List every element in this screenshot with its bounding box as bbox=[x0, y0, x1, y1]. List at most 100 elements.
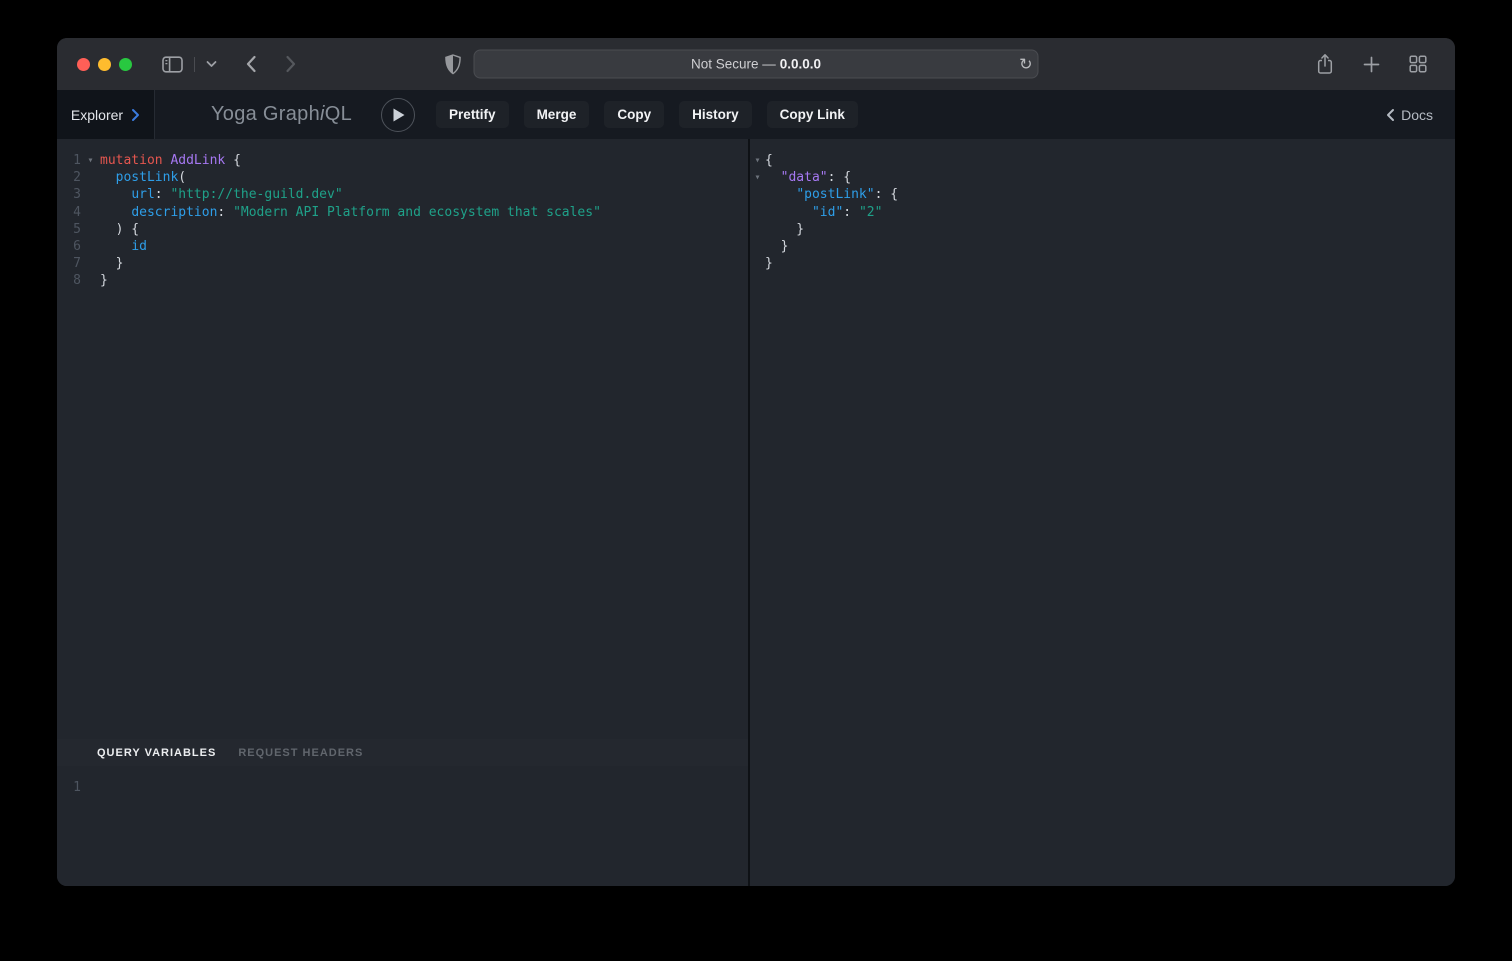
app-title: Yoga GraphiQL bbox=[211, 103, 352, 126]
sidebar-icon bbox=[162, 56, 183, 73]
share-icon bbox=[1316, 53, 1334, 75]
tab-request-headers[interactable]: REQUEST HEADERS bbox=[238, 747, 363, 759]
code-text: "data": { bbox=[765, 169, 851, 186]
code-text: ) { bbox=[100, 221, 139, 238]
url-security-text: Not Secure — bbox=[691, 57, 776, 72]
fold-gutter bbox=[750, 255, 765, 272]
fold-gutter bbox=[81, 204, 100, 221]
titlebar-right-controls bbox=[1312, 49, 1435, 79]
fold-gutter bbox=[81, 169, 100, 186]
line-number: 3 bbox=[57, 186, 81, 203]
shield-icon bbox=[445, 54, 462, 75]
explorer-label: Explorer bbox=[71, 107, 123, 123]
code-text: "id": "2" bbox=[765, 204, 882, 221]
main-content: 1▾mutation AddLink {2 postLink(3 url: "h… bbox=[57, 139, 1455, 886]
line-number: 7 bbox=[57, 255, 81, 272]
code-line[interactable]: 8} bbox=[57, 272, 748, 289]
code-line: "postLink": { bbox=[750, 186, 1455, 203]
fold-gutter bbox=[81, 255, 100, 272]
code-text: description: "Modern API Platform and ec… bbox=[100, 204, 601, 221]
share-button[interactable] bbox=[1312, 49, 1338, 79]
chevron-right-icon bbox=[131, 108, 140, 122]
code-text: "postLink": { bbox=[765, 186, 898, 203]
code-line: } bbox=[750, 255, 1455, 272]
copy-button[interactable]: Copy bbox=[604, 101, 664, 128]
close-button[interactable] bbox=[77, 58, 90, 71]
execute-query-button[interactable] bbox=[381, 98, 415, 132]
code-line: ▾ "data": { bbox=[750, 169, 1455, 186]
code-line[interactable]: 6 id bbox=[57, 238, 748, 255]
line-number: 2 bbox=[57, 169, 81, 186]
code-text: } bbox=[100, 272, 108, 289]
code-line[interactable]: 1▾mutation AddLink { bbox=[57, 152, 748, 169]
grid-icon bbox=[1409, 55, 1427, 73]
tab-overview-button[interactable] bbox=[1405, 51, 1431, 77]
code-text: { bbox=[765, 152, 773, 169]
divider bbox=[194, 57, 195, 72]
copy-link-button[interactable]: Copy Link bbox=[767, 101, 858, 128]
code-text: url: "http://the-guild.dev" bbox=[100, 186, 343, 203]
fold-gutter bbox=[81, 221, 100, 238]
code-text: } bbox=[100, 255, 123, 272]
code-line[interactable]: 5 ) { bbox=[57, 221, 748, 238]
code-line[interactable]: 2 postLink( bbox=[57, 169, 748, 186]
code-line[interactable]: 7 } bbox=[57, 255, 748, 272]
merge-button[interactable]: Merge bbox=[524, 101, 590, 128]
browser-window: Not Secure — 0.0.0.0 ↻ bbox=[57, 38, 1455, 886]
fold-gutter bbox=[81, 186, 100, 203]
code-text: id bbox=[100, 238, 147, 255]
bottom-panel-tabs: QUERY VARIABLES REQUEST HEADERS bbox=[57, 739, 748, 766]
response-pane: ▾{▾ "data": { "postLink": { "id": "2" } … bbox=[750, 139, 1455, 886]
fold-arrow-icon[interactable]: ▾ bbox=[750, 152, 765, 169]
code-line: "id": "2" bbox=[750, 204, 1455, 221]
traffic-lights bbox=[77, 58, 132, 71]
fold-gutter bbox=[750, 186, 765, 203]
left-pane: 1▾mutation AddLink {2 postLink(3 url: "h… bbox=[57, 139, 748, 886]
code-text: } bbox=[765, 255, 773, 272]
line-number: 6 bbox=[57, 238, 81, 255]
explorer-toggle-button[interactable]: Explorer bbox=[57, 90, 155, 139]
privacy-report-button[interactable] bbox=[441, 50, 466, 79]
prettify-button[interactable]: Prettify bbox=[436, 101, 509, 128]
chevron-left-icon bbox=[1386, 108, 1395, 122]
fold-arrow-icon[interactable]: ▾ bbox=[750, 169, 765, 186]
address-bar-group: Not Secure — 0.0.0.0 ↻ bbox=[474, 50, 1039, 79]
code-line[interactable]: 4 description: "Modern API Platform and … bbox=[57, 204, 748, 221]
chevron-left-icon bbox=[245, 55, 257, 73]
code-text: postLink( bbox=[100, 169, 186, 186]
fold-gutter bbox=[81, 238, 100, 255]
code-line[interactable]: 1 bbox=[57, 779, 748, 796]
url-host-text: 0.0.0.0 bbox=[780, 57, 821, 72]
docs-label: Docs bbox=[1401, 107, 1433, 123]
fold-gutter bbox=[81, 272, 100, 289]
play-icon bbox=[393, 108, 405, 122]
code-text: mutation AddLink { bbox=[100, 152, 241, 169]
minimize-button[interactable] bbox=[98, 58, 111, 71]
code-line: ▾{ bbox=[750, 152, 1455, 169]
fold-arrow-icon[interactable]: ▾ bbox=[81, 152, 100, 169]
new-tab-button[interactable] bbox=[1359, 52, 1384, 77]
sidebar-toggle-button[interactable] bbox=[158, 52, 187, 77]
tab-group-chevron-button[interactable] bbox=[202, 56, 221, 72]
address-bar[interactable]: Not Secure — 0.0.0.0 ↻ bbox=[474, 50, 1039, 79]
code-text: } bbox=[765, 238, 788, 255]
back-button[interactable] bbox=[241, 51, 261, 77]
fold-gutter bbox=[750, 204, 765, 221]
graphiql-toolbar: Explorer Yoga GraphiQL Prettify Merge Co… bbox=[57, 90, 1455, 139]
code-line: } bbox=[750, 238, 1455, 255]
plus-icon bbox=[1363, 56, 1380, 73]
query-editor-pane[interactable]: 1▾mutation AddLink {2 postLink(3 url: "h… bbox=[57, 139, 748, 739]
variables-editor-pane[interactable]: 1 bbox=[57, 766, 748, 886]
history-button[interactable]: History bbox=[679, 101, 752, 128]
zoom-button[interactable] bbox=[119, 58, 132, 71]
tab-query-variables[interactable]: QUERY VARIABLES bbox=[97, 747, 216, 759]
forward-button[interactable] bbox=[281, 51, 301, 77]
docs-toggle-button[interactable]: Docs bbox=[1386, 107, 1433, 123]
line-number: 4 bbox=[57, 204, 81, 221]
line-number: 5 bbox=[57, 221, 81, 238]
line-number: 1 bbox=[57, 779, 81, 796]
reload-button[interactable]: ↻ bbox=[1019, 56, 1032, 72]
line-number: 1 bbox=[57, 152, 81, 169]
code-line[interactable]: 3 url: "http://the-guild.dev" bbox=[57, 186, 748, 203]
titlebar: Not Secure — 0.0.0.0 ↻ bbox=[57, 38, 1455, 90]
